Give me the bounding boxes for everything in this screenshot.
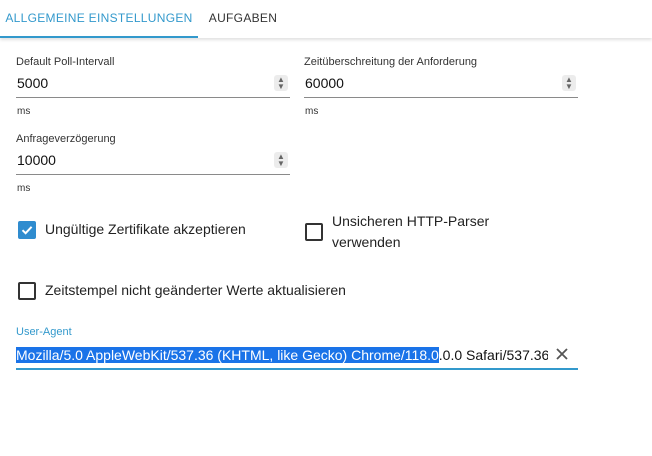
poll-interval-unit: ms [17, 106, 31, 117]
request-delay-input[interactable]: 10000 [17, 152, 56, 168]
user-agent-label: User-Agent [16, 326, 72, 338]
tab-general-settings[interactable]: ALLGEMEINE EINSTELLUNGEN [0, 0, 198, 38]
user-agent-underline [16, 368, 578, 370]
accept-invalid-certs-row[interactable]: Ungültige Zertifikate akzeptieren [18, 219, 246, 240]
request-timeout-unit: ms [305, 106, 319, 117]
poll-interval-field: Default Poll-Intervall 5000 ▲ ▼ ms [16, 56, 290, 118]
update-timestamps-label: Zeitstempel nicht geänderter Werte aktua… [45, 282, 346, 298]
request-delay-stepper-icon[interactable]: ▲ ▼ [274, 152, 288, 168]
insecure-http-parser-checkbox[interactable] [305, 223, 323, 241]
user-agent-rest-text: .0.0 Safari/537.36 [438, 347, 548, 363]
request-timeout-input[interactable]: 60000 [305, 75, 344, 91]
checkmark-icon [21, 226, 33, 235]
close-icon[interactable] [554, 346, 570, 362]
update-timestamps-row[interactable]: Zeitstempel nicht geänderter Werte aktua… [18, 280, 346, 301]
poll-interval-underline [16, 97, 290, 98]
poll-interval-input[interactable]: 5000 [17, 75, 48, 91]
request-delay-field: Anfrageverzögerung 10000 ▲ ▼ ms [16, 133, 290, 195]
insecure-http-parser-row[interactable]: Unsicheren HTTP-Parser verwenden [305, 211, 525, 253]
user-agent-selected-text: Mozilla/5.0 AppleWebKit/537.36 (KHTML, l… [16, 347, 439, 363]
accept-invalid-certs-label: Ungültige Zertifikate akzeptieren [45, 221, 246, 237]
user-agent-input[interactable]: Mozilla/5.0 AppleWebKit/537.36 (KHTML, l… [16, 346, 548, 366]
tab-tasks-label: AUFGABEN [208, 11, 278, 25]
poll-interval-stepper-icon[interactable]: ▲ ▼ [274, 75, 288, 91]
update-timestamps-checkbox[interactable] [18, 282, 36, 300]
insecure-http-parser-label: Unsicheren HTTP-Parser verwenden [332, 213, 490, 250]
tab-bar: ALLGEMEINE EINSTELLUNGEN AUFGABEN [0, 0, 652, 38]
accept-invalid-certs-checkbox[interactable] [18, 221, 36, 239]
request-timeout-label: Zeitüberschreitung der Anforderung [304, 56, 478, 68]
tab-tasks[interactable]: AUFGABEN [198, 0, 288, 38]
request-timeout-stepper-icon[interactable]: ▲ ▼ [562, 75, 576, 91]
request-delay-unit: ms [17, 183, 31, 194]
active-tab-indicator [0, 36, 198, 38]
request-delay-underline [16, 174, 290, 175]
request-delay-label: Anfrageverzögerung [16, 133, 116, 145]
poll-interval-label: Default Poll-Intervall [16, 56, 115, 68]
request-timeout-field: Zeitüberschreitung der Anforderung 60000… [304, 56, 578, 118]
tab-general-settings-label: ALLGEMEINE EINSTELLUNGEN [5, 11, 193, 25]
request-timeout-underline [304, 97, 578, 98]
